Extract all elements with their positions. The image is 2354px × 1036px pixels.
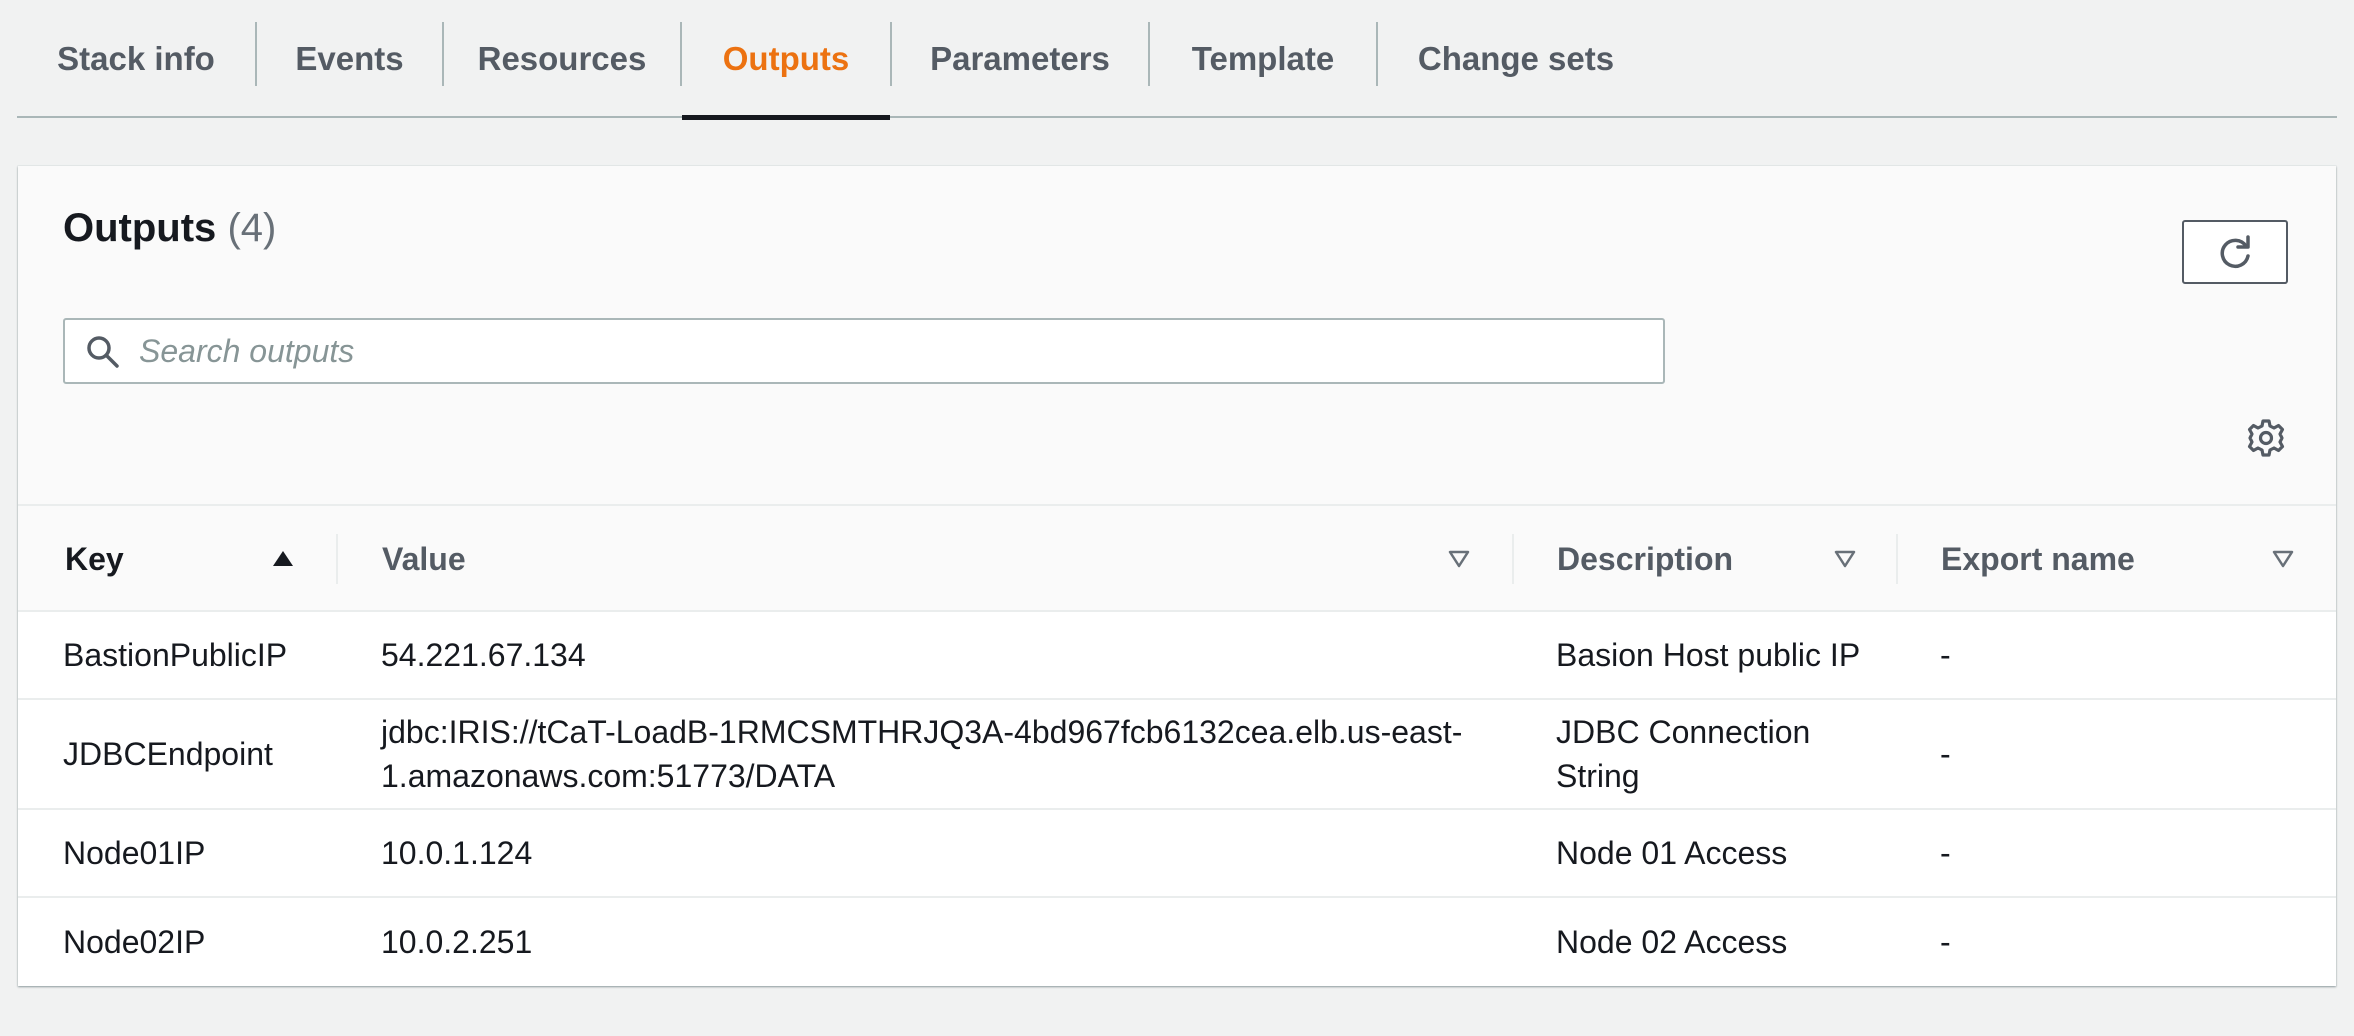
search-input[interactable]	[139, 320, 1639, 382]
tab-stack-info[interactable]: Stack info	[17, 0, 255, 118]
cell-description: Basion Host public IP	[1556, 637, 1861, 673]
table-row: JDBCEndpoint jdbc:IRIS://tCaT-LoadB-1RMC…	[18, 700, 2336, 810]
panel-title: Outputs (4)	[63, 206, 276, 251]
sort-icon[interactable]	[1832, 546, 1858, 572]
refresh-button[interactable]	[2182, 220, 2288, 284]
column-separator	[1512, 534, 1514, 584]
cell-description: JDBC Connection String	[1556, 714, 1811, 794]
column-separator	[1896, 534, 1898, 584]
cell-key: Node02IP	[63, 924, 206, 960]
column-header-export-name[interactable]: Export name	[1941, 506, 2135, 612]
table-row: Node02IP 10.0.2.251 Node 02 Access -	[18, 898, 2336, 986]
cell-description: Node 01 Access	[1556, 835, 1788, 871]
search-outputs	[63, 318, 1665, 384]
outputs-panel: Outputs (4) Key	[18, 166, 2336, 986]
column-header-description[interactable]: Description	[1557, 506, 1733, 612]
cell-description: Node 02 Access	[1556, 924, 1788, 960]
tab-events[interactable]: Events	[257, 0, 442, 118]
cell-export-name: -	[1940, 637, 1951, 673]
panel-header: Outputs (4)	[18, 166, 2336, 506]
tab-change-sets[interactable]: Change sets	[1378, 0, 1654, 118]
tab-resources[interactable]: Resources	[444, 0, 680, 118]
column-header-value[interactable]: Value	[382, 506, 466, 612]
column-header-key[interactable]: Key	[65, 506, 124, 612]
sort-ascending-icon[interactable]	[270, 546, 296, 572]
tab-outputs[interactable]: Outputs	[682, 0, 890, 120]
cell-key: JDBCEndpoint	[63, 736, 273, 772]
sort-icon[interactable]	[2270, 546, 2296, 572]
cell-value: 54.221.67.134	[381, 637, 586, 673]
outputs-count: (4)	[227, 206, 277, 250]
cell-key: Node01IP	[63, 835, 206, 871]
column-separator	[336, 534, 338, 584]
table-row: BastionPublicIP 54.221.67.134 Basion Hos…	[18, 612, 2336, 700]
cell-key: BastionPublicIP	[63, 637, 288, 673]
gear-icon[interactable]	[2246, 418, 2286, 458]
tab-template[interactable]: Template	[1150, 0, 1376, 118]
tab-parameters[interactable]: Parameters	[892, 0, 1148, 118]
sort-icon[interactable]	[1446, 546, 1472, 572]
cell-value: 10.0.1.124	[381, 835, 533, 871]
panel-title-text: Outputs	[63, 206, 217, 250]
table-row: Node01IP 10.0.1.124 Node 01 Access -	[18, 810, 2336, 898]
cell-export-name: -	[1940, 736, 1951, 772]
cell-export-name: -	[1940, 924, 1951, 960]
cell-value: 10.0.2.251	[381, 924, 533, 960]
search-icon	[87, 336, 119, 368]
cell-export-name: -	[1940, 835, 1951, 871]
cell-value: jdbc:IRIS://tCaT-LoadB-1RMCSMTHRJQ3A-4bd…	[381, 714, 1463, 794]
table-header: Key Value Description Export name	[18, 506, 2336, 612]
refresh-icon	[2220, 235, 2250, 269]
stack-tabs: Stack info Events Resources Outputs Para…	[17, 0, 2337, 120]
